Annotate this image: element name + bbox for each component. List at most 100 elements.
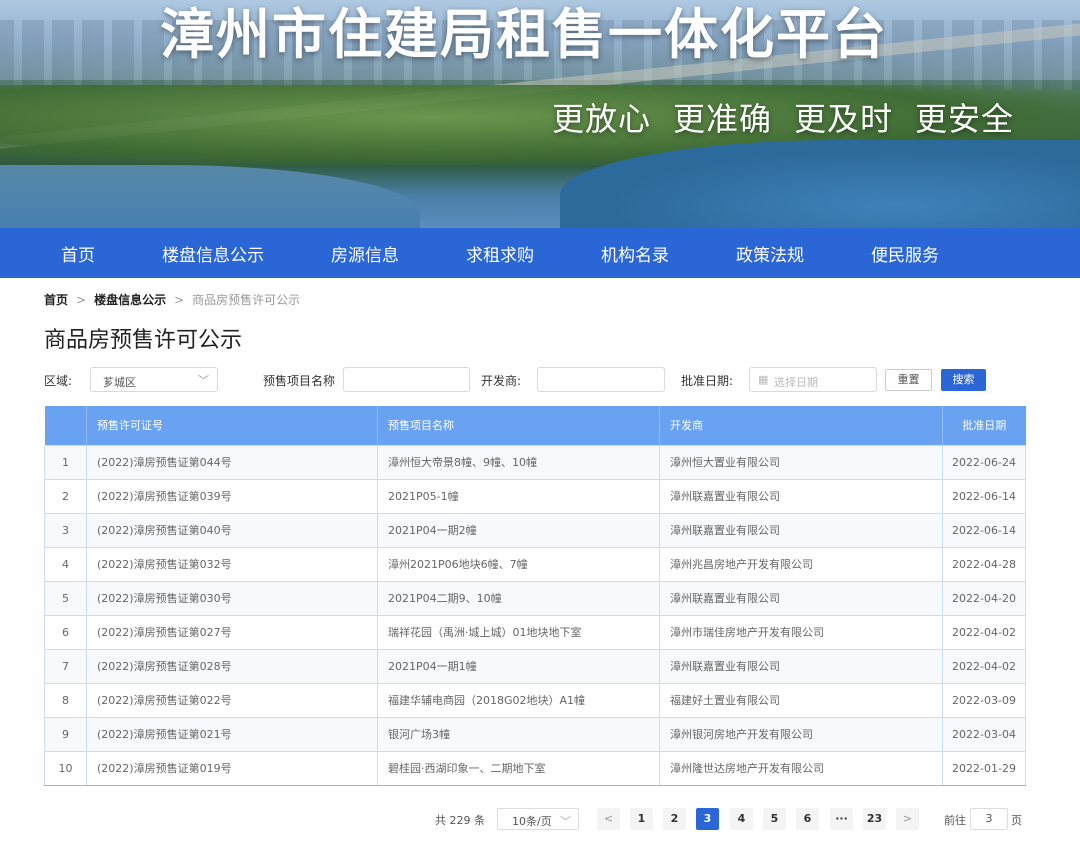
nav-agencies[interactable]: 机构名录 [584, 241, 686, 266]
nav-services[interactable]: 便民服务 [854, 241, 956, 266]
more-pages-button[interactable]: ··· [830, 808, 853, 830]
chevron-down-icon: ﹀ [198, 374, 209, 387]
row-developer: 漳州市瑞佳房地产开发有限公司 [659, 614, 943, 650]
row-date: 2022-01-29 [942, 750, 1026, 786]
project-label: 预售项目名称 [263, 374, 336, 388]
goto-label: 前往 [944, 814, 966, 827]
row-index: 5 [44, 580, 87, 616]
row-permit-no: (2022)漳房预售证第022号 [86, 682, 378, 718]
row-index: 9 [44, 716, 87, 752]
col-developer: 开发商 [659, 406, 943, 445]
goto-page-input[interactable]: 3 [970, 808, 1008, 830]
slogan-4: 更安全 [915, 100, 1015, 138]
page-6-button[interactable]: 6 [796, 808, 819, 830]
nav-housing[interactable]: 房源信息 [314, 241, 416, 266]
region-label: 区域: [44, 374, 73, 388]
table-row[interactable]: 4 (2022)漳房预售证第032号 漳州2021P06地块6幢、7幢 漳州兆昌房地产… [44, 546, 1026, 582]
row-index: 6 [44, 614, 87, 650]
breadcrumb-current: 商品房预售许可公示 [192, 293, 301, 307]
table-row[interactable]: 3 (2022)漳房预售证第040号 2021P04一期2幢 漳州联嘉置业有限公司 20… [44, 512, 1026, 548]
row-developer: 漳州联嘉置业有限公司 [659, 648, 943, 684]
row-date: 2022-04-02 [942, 648, 1026, 684]
region-select[interactable]: 芗城区 ﹀ [90, 367, 218, 392]
row-permit-no: (2022)漳房预售证第028号 [86, 648, 378, 684]
row-permit-no: (2022)漳房预售证第044号 [86, 444, 378, 480]
page-5-button[interactable]: 5 [763, 808, 786, 830]
region-value: 芗城区 [103, 376, 136, 389]
row-developer: 漳州联嘉置业有限公司 [659, 580, 943, 616]
row-developer: 漳州联嘉置业有限公司 [659, 512, 943, 548]
table-row[interactable]: 5 (2022)漳房预售证第030号 2021P04二期9、10幢 漳州联嘉置业有限公… [44, 580, 1026, 616]
row-date: 2022-03-04 [942, 716, 1026, 752]
row-index: 3 [44, 512, 87, 548]
row-developer: 漳州兆昌房地产开发有限公司 [659, 546, 943, 582]
row-permit-no: (2022)漳房预售证第032号 [86, 546, 378, 582]
table-row[interactable]: 8 (2022)漳房预售证第022号 福建华辅电商园（2018G02地块）A1幢 福建… [44, 682, 1026, 718]
row-date: 2022-04-20 [942, 580, 1026, 616]
table-row[interactable]: 6 (2022)漳房预售证第027号 瑞祥花园（禹洲·城上城）01地块地下室 漳州市瑞… [44, 614, 1026, 650]
page-1-button[interactable]: 1 [630, 808, 653, 830]
page-4-button[interactable]: 4 [730, 808, 753, 830]
page-2-button[interactable]: 2 [663, 808, 686, 830]
breadcrumb: 首页 > 楼盘信息公示 > 商品房预售许可公示 [44, 291, 300, 308]
row-date: 2022-04-28 [942, 546, 1026, 582]
page-3-button[interactable]: 3 [696, 808, 719, 830]
breadcrumb-separator: > [76, 292, 87, 307]
row-project: 2021P05-1幢 [377, 478, 660, 514]
row-date: 2022-06-14 [942, 478, 1026, 514]
row-date: 2022-06-24 [942, 444, 1026, 480]
row-project: 2021P04二期9、10幢 [377, 580, 660, 616]
nav-project-info[interactable]: 楼盘信息公示 [145, 241, 281, 266]
row-developer: 漳州银河房地产开发有限公司 [659, 716, 943, 752]
row-developer: 漳州联嘉置业有限公司 [659, 478, 943, 514]
row-developer: 漳州隆世达房地产开发有限公司 [659, 750, 943, 786]
row-permit-no: (2022)漳房预售证第021号 [86, 716, 378, 752]
table-row[interactable]: 1 (2022)漳房预售证第044号 漳州恒大帝景8幢、9幢、10幢 漳州恒大置业有限… [44, 444, 1026, 480]
nav-policies[interactable]: 政策法规 [719, 241, 821, 266]
developer-label: 开发商: [481, 374, 522, 388]
row-permit-no: (2022)漳房预售证第030号 [86, 580, 378, 616]
date-label: 批准日期: [681, 374, 734, 388]
slogan-3: 更及时 [794, 100, 894, 138]
row-permit-no: (2022)漳房预售证第040号 [86, 512, 378, 548]
next-page-button[interactable]: > [896, 808, 919, 830]
page-23-button[interactable]: 23 [863, 808, 886, 830]
row-project: 漳州恒大帝景8幢、9幢、10幢 [377, 444, 660, 480]
breadcrumb-section[interactable]: 楼盘信息公示 [94, 291, 166, 308]
nav-rent-buy[interactable]: 求租求购 [449, 241, 551, 266]
table-row[interactable]: 10 (2022)漳房预售证第019号 碧桂园·西湖印象一、二期地下室 漳州隆世达房地… [44, 750, 1026, 786]
presale-table: 预售许可证号 预售项目名称 开发商 批准日期 1 (2022)漳房预售证第044号… [44, 406, 1026, 786]
search-button[interactable]: 搜索 [941, 369, 986, 391]
row-date: 2022-06-14 [942, 512, 1026, 548]
reset-button[interactable]: 重置 [885, 369, 932, 391]
row-index: 10 [44, 750, 87, 786]
row-permit-no: (2022)漳房预售证第019号 [86, 750, 378, 786]
table-row[interactable]: 2 (2022)漳房预售证第039号 2021P05-1幢 漳州联嘉置业有限公司 202… [44, 478, 1026, 514]
project-name-input[interactable] [343, 367, 470, 392]
slogan-1: 更放心 [552, 100, 652, 138]
date-picker[interactable]: ▦ 选择日期 [749, 367, 877, 392]
row-project: 碧桂园·西湖印象一、二期地下室 [377, 750, 660, 786]
slogan-2: 更准确 [673, 100, 773, 138]
table-header-row: 预售许可证号 预售项目名称 开发商 批准日期 [44, 406, 1026, 445]
table-row[interactable]: 7 (2022)漳房预售证第028号 2021P04一期1幢 漳州联嘉置业有限公司 20… [44, 648, 1026, 684]
site-title: 漳州市住建局租售一体化平台 [160, 3, 888, 66]
chevron-down-icon: ﹀ [560, 815, 571, 828]
col-permit-no: 预售许可证号 [86, 406, 378, 445]
col-date: 批准日期 [942, 406, 1026, 445]
row-developer: 漳州恒大置业有限公司 [659, 444, 943, 480]
row-project: 2021P04一期2幢 [377, 512, 660, 548]
nav-home[interactable]: 首页 [44, 241, 112, 266]
date-placeholder: 选择日期 [774, 376, 818, 389]
breadcrumb-home[interactable]: 首页 [44, 291, 68, 308]
prev-page-button[interactable]: < [597, 808, 620, 830]
site-slogan: 更放心 更准确 更及时 更安全 [552, 94, 1036, 140]
row-date: 2022-04-02 [942, 614, 1026, 650]
row-index: 4 [44, 546, 87, 582]
developer-input[interactable] [537, 367, 665, 392]
page-size-select[interactable]: 10条/页 ﹀ [497, 808, 579, 830]
page-size-value: 10条/页 [512, 815, 552, 828]
row-permit-no: (2022)漳房预售证第027号 [86, 614, 378, 650]
main-nav: 首页 楼盘信息公示 房源信息 求租求购 机构名录 政策法规 便民服务 [0, 228, 1080, 278]
table-row[interactable]: 9 (2022)漳房预售证第021号 银河广场3幢 漳州银河房地产开发有限公司 2022… [44, 716, 1026, 752]
